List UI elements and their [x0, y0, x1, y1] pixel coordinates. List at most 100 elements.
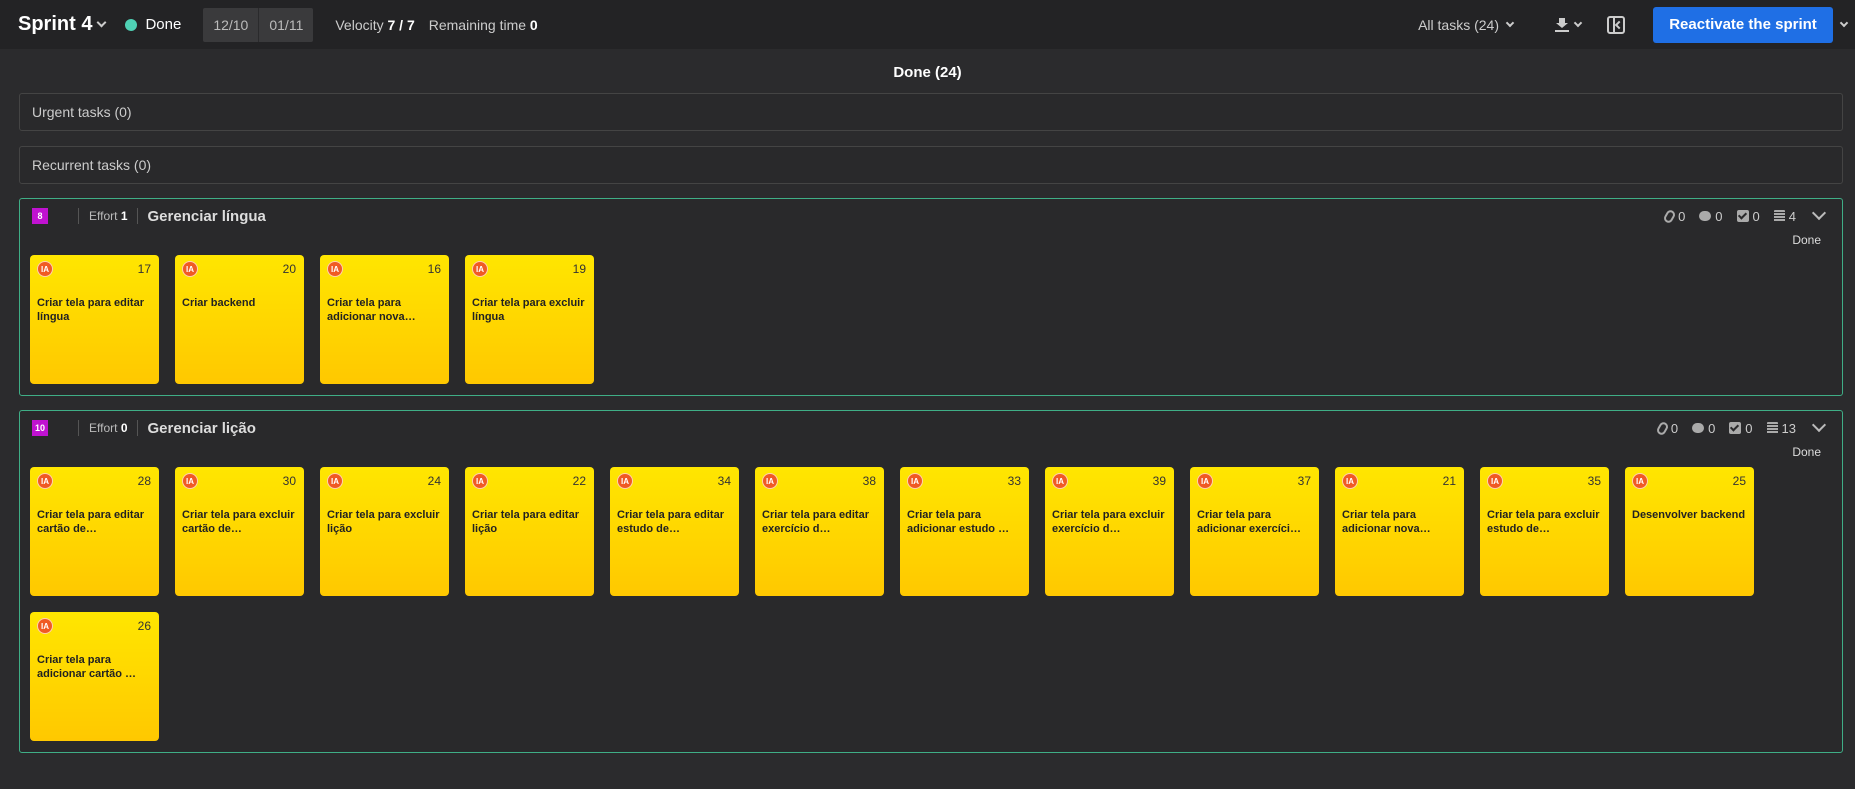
tasks-count: 4	[1773, 209, 1796, 224]
task-number: 16	[427, 262, 441, 276]
task-card[interactable]: IA 39 Criar tela para excluir exercício …	[1045, 467, 1174, 596]
task-number: 20	[282, 262, 296, 276]
task-card[interactable]: IA 38 Criar tela para editar exercício d…	[755, 467, 884, 596]
sprint-selector[interactable]: Sprint 4	[18, 13, 107, 36]
assignee-avatar: IA	[617, 473, 633, 489]
velocity: Velocity 7 / 7	[335, 17, 414, 33]
task-number: 21	[1442, 474, 1456, 488]
task-title: Criar tela para adicionar cartão …	[37, 654, 137, 680]
urgent-tasks-section[interactable]: Urgent tasks (0)	[19, 93, 1843, 131]
recurrent-tasks-section[interactable]: Recurrent tasks (0)	[19, 146, 1843, 184]
download-button[interactable]	[1555, 17, 1583, 32]
checklist-count: 0	[1736, 209, 1760, 224]
assignee-avatar: IA	[37, 618, 53, 634]
task-card[interactable]: IA 21 Criar tela para adicionar nova…	[1335, 467, 1464, 596]
task-card[interactable]: IA 26 Criar tela para adicionar cartão …	[30, 612, 159, 741]
task-card[interactable]: IA 37 Criar tela para adicionar exercíci…	[1190, 467, 1319, 596]
sprint-title: Sprint 4	[18, 13, 93, 35]
assignee-avatar: IA	[1487, 473, 1503, 489]
task-number: 17	[137, 262, 151, 276]
task-card[interactable]: IA 25 Desenvolver backend	[1625, 467, 1754, 596]
task-card[interactable]: IA 34 Criar tela para editar estudo de…	[610, 467, 739, 596]
assignee-avatar: IA	[37, 261, 53, 277]
effort-label: Effort	[89, 421, 118, 435]
task-number: 25	[1732, 474, 1746, 488]
task-title: Criar tela para editar língua	[37, 297, 144, 323]
attachments-count: 0	[1662, 208, 1685, 224]
reactivate-sprint-button[interactable]: Reactivate the sprint	[1653, 6, 1833, 43]
comment-icon	[1692, 423, 1705, 433]
assignee-avatar: IA	[907, 473, 923, 489]
story-title[interactable]: Gerenciar língua	[148, 208, 266, 225]
task-card[interactable]: IA 24 Criar tela para excluir lição	[320, 467, 449, 596]
all-tasks-label: All tasks (24)	[1418, 16, 1499, 33]
task-card[interactable]: IA 17 Criar tela para editar língua	[30, 255, 159, 384]
task-card[interactable]: IA 16 Criar tela para adicionar nova…	[320, 255, 449, 384]
chevron-down-icon[interactable]	[1811, 417, 1827, 433]
assignee-avatar: IA	[182, 473, 198, 489]
task-title: Criar tela para adicionar nova…	[327, 297, 416, 323]
paperclip-icon	[1662, 208, 1677, 224]
comments-count: 0	[1692, 421, 1715, 436]
task-list-icon	[1773, 210, 1785, 222]
effort-value: 0	[120, 421, 128, 435]
status-dot-icon	[125, 18, 138, 31]
task-cards: IA 28 Criar tela para editar cartão de… …	[20, 467, 1842, 752]
divider	[78, 208, 79, 224]
end-date[interactable]: 01/11	[258, 7, 313, 42]
task-card[interactable]: IA 35 Criar tela para excluir estudo de…	[1480, 467, 1609, 596]
user-story: 8 Effort 1 Gerenciar língua 0 0 0 4 Done…	[19, 198, 1843, 396]
velocity-label: Velocity	[335, 16, 384, 33]
effort-label: Effort	[89, 209, 118, 223]
sprint-dates[interactable]: 12/10 01/11	[203, 7, 314, 42]
chevron-down-icon	[1839, 18, 1849, 27]
remaining-time: Remaining time 0	[429, 17, 538, 33]
paperclip-icon	[1655, 420, 1670, 436]
task-title: Criar backend	[182, 297, 256, 309]
task-title: Criar tela para adicionar estudo …	[907, 509, 1010, 535]
remaining-label: Remaining time	[428, 16, 527, 33]
assignee-avatar: IA	[1197, 473, 1213, 489]
task-card[interactable]: IA 33 Criar tela para adicionar estudo …	[900, 467, 1029, 596]
story-header[interactable]: 10 Effort 0 Gerenciar lição 0 0 0 13	[20, 411, 1842, 445]
task-card[interactable]: IA 19 Criar tela para excluir língua	[465, 255, 594, 384]
task-number: 28	[137, 474, 151, 488]
task-number: 26	[137, 619, 151, 633]
story-meta: 0 0 0 13	[1655, 411, 1827, 445]
reactivate-options-button[interactable]	[1833, 7, 1855, 43]
task-number: 19	[572, 262, 586, 276]
task-number: 34	[717, 474, 731, 488]
task-card[interactable]: IA 20 Criar backend	[175, 255, 304, 384]
user-story: 10 Effort 0 Gerenciar lição 0 0 0 13 Don…	[19, 410, 1843, 753]
task-title: Criar tela para adicionar exercíci…	[1197, 509, 1301, 535]
story-list: 8 Effort 1 Gerenciar língua 0 0 0 4 Done…	[0, 198, 1855, 753]
task-title: Desenvolver backend	[1632, 509, 1746, 521]
task-cards: IA 17 Criar tela para editar língua IA 2…	[20, 255, 1842, 395]
remaining-value: 0	[529, 16, 538, 33]
story-effort: Effort 1	[89, 209, 128, 223]
story-header[interactable]: 8 Effort 1 Gerenciar língua 0 0 0 4	[20, 199, 1842, 233]
story-status: Done	[1792, 233, 1821, 247]
tasks-count: 13	[1766, 421, 1796, 436]
story-title[interactable]: Gerenciar lição	[148, 420, 256, 437]
column-title: Done (24)	[893, 64, 962, 81]
story-points-badge: 10	[32, 420, 48, 436]
task-card[interactable]: IA 22 Criar tela para editar lição	[465, 467, 594, 596]
start-date[interactable]: 12/10	[203, 8, 258, 42]
task-number: 38	[862, 474, 876, 488]
sprint-status: Done	[125, 16, 181, 33]
comment-icon	[1699, 211, 1712, 221]
checkbox-icon	[1729, 422, 1742, 434]
chevron-down-icon[interactable]	[1811, 205, 1827, 221]
checkbox-icon	[1736, 210, 1749, 222]
task-card[interactable]: IA 30 Criar tela para excluir cartão de…	[175, 467, 304, 596]
toggle-panel-icon[interactable]	[1607, 15, 1625, 34]
task-card[interactable]: IA 28 Criar tela para editar cartão de…	[30, 467, 159, 596]
task-title: Criar tela para excluir estudo de…	[1487, 509, 1600, 535]
task-list-icon	[1766, 422, 1778, 434]
task-number: 39	[1152, 474, 1166, 488]
velocity-value: 7 / 7	[387, 16, 415, 33]
assignee-avatar: IA	[1052, 473, 1068, 489]
all-tasks-filter[interactable]: All tasks (24)	[1418, 16, 1515, 33]
assignee-avatar: IA	[472, 261, 488, 277]
